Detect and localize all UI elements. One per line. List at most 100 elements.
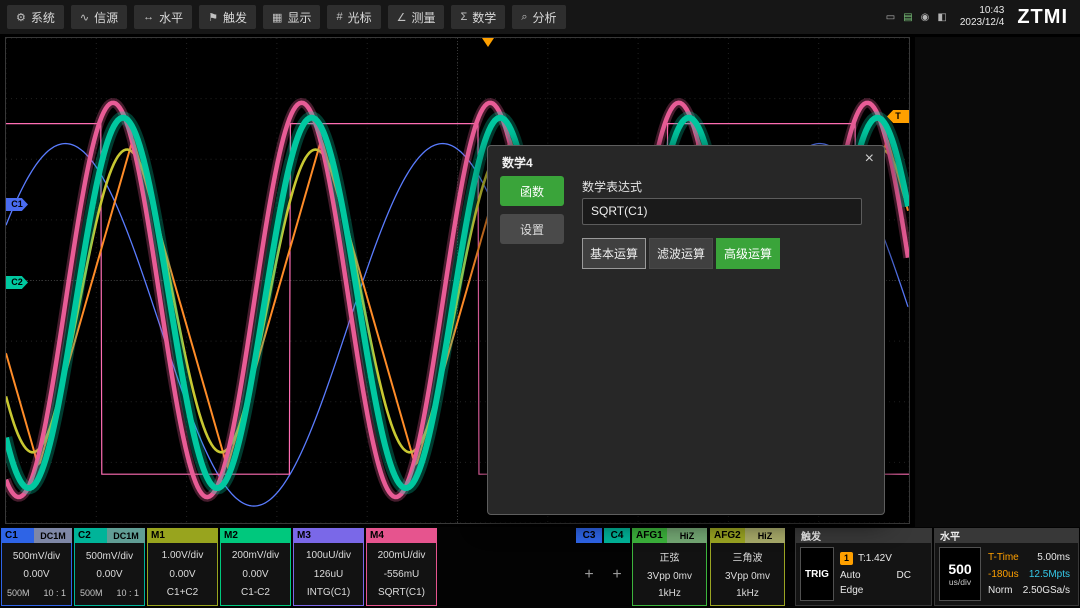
clock: 10:43 2023/12/4 [960, 5, 1005, 30]
math-box-m3[interactable]: M3 100uU/div 126uU INTG(C1) [293, 528, 364, 606]
afg2-box[interactable]: AFG2 HiZ 三角波 3Vpp 0mv 1kHz [710, 528, 785, 606]
c1-offset: 0.00V [2, 569, 71, 580]
add-channel-c4[interactable]: C4 + [604, 528, 630, 606]
m4-scale: 200mU/div [367, 550, 436, 561]
m2-expression: C1-C2 [221, 587, 290, 598]
afg1-box[interactable]: AFG1 HiZ 正弦 3Vpp 0mv 1kHz [632, 528, 707, 606]
operation-button-group: 基本运算 滤波运算 高级运算 [582, 238, 780, 269]
channel-box-c2[interactable]: C2 DC1M 500mV/div 0.00V 500M10 : 1 [74, 528, 145, 606]
menu-cursor-label: 光标 [348, 9, 372, 26]
m3-expression: INTG(C1) [294, 587, 363, 598]
menu-system-label: 系统 [31, 9, 55, 26]
bottom-status-bar: C1 DC1M 500mV/div 0.00V 500M 10 : 1 C2 DC… [0, 527, 1080, 608]
menu-trigger-label: 触发 [223, 9, 247, 26]
afg2-frequency: 1kHz [711, 588, 784, 599]
record-icon[interactable]: ◉ [921, 12, 930, 23]
sound-icon[interactable]: ◧ [937, 12, 946, 23]
tab-settings[interactable]: 设置 [500, 214, 564, 244]
math-box-m4[interactable]: M4 200mU/div -556mU SQRT(C1) [366, 528, 437, 606]
c2-coupling: DC1M [107, 528, 145, 543]
menu-measure[interactable]: ∠测量 [388, 5, 445, 29]
math-box-m2[interactable]: M2 200mV/div 0.00V C1-C2 [220, 528, 291, 606]
storage-icon[interactable]: ▤ [903, 12, 912, 23]
trigger-source-badge: 1 [840, 552, 853, 565]
math-box-m1[interactable]: M1 1.00V/div 0.00V C1+C2 [147, 528, 218, 606]
trigger-position-marker[interactable] [482, 38, 494, 53]
c2-name: C2 [74, 528, 107, 543]
menu-measure-label: 测量 [411, 9, 435, 26]
afg1-name: AFG1 [632, 528, 667, 543]
menu-source[interactable]: ∿信源 [71, 5, 127, 29]
m1-offset: 0.00V [148, 569, 217, 580]
top-menu-bar: ⚙ 系统 ∿信源 ↔水平 ⚑触发 ▦显示 # 光标 ∠测量 Σ数学 ⌕ 分析 ▭ ▤ … [0, 0, 1080, 34]
m3-name: M3 [293, 528, 364, 543]
topbar-right-cluster: ▭ ▤ ◉ ◧ 10:43 2023/12/4 ZTMI [886, 0, 1080, 34]
screenshot-icon[interactable]: ▭ [886, 12, 895, 23]
trigger-coupling: DC [897, 570, 927, 581]
c4-add-button[interactable]: + [604, 543, 630, 606]
m1-expression: C1+C2 [148, 587, 217, 598]
m4-offset: -556mU [367, 569, 436, 580]
c4-name: C4 [604, 528, 630, 543]
menu-display[interactable]: ▦显示 [263, 5, 320, 29]
trigger-level-value: T:1.42V [858, 553, 892, 564]
menu-trigger[interactable]: ⚑触发 [199, 5, 256, 29]
advanced-ops-button[interactable]: 高级运算 [716, 238, 780, 269]
delay-value: -180us [988, 569, 1019, 580]
afg2-waveform-type: 三角波 [711, 549, 784, 564]
menu-horizontal[interactable]: ↔水平 [134, 5, 192, 29]
timebase-unit: us/div [949, 577, 971, 587]
acquisition-mode: Norm [988, 585, 1012, 596]
math4-dialog: 数学4 × 函数 设置 数学表达式 SQRT(C1) 基本运算 滤波运算 高级运… [487, 145, 885, 515]
brand-logo: ZTMI [1017, 6, 1068, 29]
filter-ops-button[interactable]: 滤波运算 [649, 238, 713, 269]
m1-name: M1 [147, 528, 218, 543]
c1-coupling: DC1M [34, 528, 72, 543]
afg1-amplitude: 3Vpp 0mv [633, 571, 706, 582]
menu-math-label: 数学 [472, 9, 496, 26]
expression-label: 数学表达式 [582, 178, 642, 195]
right-side-panel [915, 37, 1080, 527]
tab-function[interactable]: 函数 [500, 176, 564, 206]
menu-math[interactable]: Σ数学 [451, 5, 505, 29]
search-icon: ⌕ [521, 11, 527, 24]
horizontal-status-panel[interactable]: 水平 500 us/div T-Time 5.00ms -180us 12.5M… [934, 528, 1079, 606]
menu-system[interactable]: ⚙ 系统 [7, 5, 64, 29]
afg2-name: AFG2 [710, 528, 745, 543]
m3-scale: 100uU/div [294, 550, 363, 561]
menu-analysis-label: 分析 [532, 9, 556, 26]
afg1-frequency: 1kHz [633, 588, 706, 599]
gear-icon: ⚙ [16, 11, 26, 24]
cursor-crosshair-icon: # [336, 11, 342, 23]
trigger-mode: Auto [840, 570, 861, 581]
afg2-amplitude: 3Vpp 0mv [711, 571, 784, 582]
status-icon-group: ▭ ▤ ◉ ◧ [886, 12, 947, 23]
c1-bandwidth: 500M [7, 588, 30, 598]
m2-name: M2 [220, 528, 291, 543]
menu-horizontal-label: 水平 [159, 9, 183, 26]
horizontal-panel-title: 水平 [934, 528, 1079, 543]
m2-scale: 200mV/div [221, 550, 290, 561]
c2-offset: 0.00V [75, 569, 144, 580]
c3-add-button[interactable]: + [576, 543, 602, 606]
menu-analysis[interactable]: ⌕ 分析 [512, 5, 565, 29]
c1-name: C1 [1, 528, 34, 543]
ttime-value: 5.00ms [1037, 552, 1070, 563]
afg1-impedance: HiZ [667, 528, 707, 543]
m4-name: M4 [366, 528, 437, 543]
basic-ops-button[interactable]: 基本运算 [582, 238, 646, 269]
sample-rate: 2.50GSa/s [1023, 585, 1070, 596]
close-icon[interactable]: × [865, 150, 874, 168]
c1-probe-ratio: 10 : 1 [43, 588, 66, 598]
expression-input[interactable]: SQRT(C1) [582, 198, 862, 225]
trigger-status-panel[interactable]: 触发 TRIG 1 T:1.42V Auto DC Edge [795, 528, 932, 606]
channel-box-c1[interactable]: C1 DC1M 500mV/div 0.00V 500M 10 : 1 [1, 528, 72, 606]
c3-name: C3 [576, 528, 602, 543]
clock-time: 10:43 [960, 5, 1005, 18]
c1-scale: 500mV/div [2, 551, 71, 562]
c2-probe-ratio: 10 : 1 [116, 588, 139, 598]
add-channel-c3[interactable]: C3 + [576, 528, 602, 606]
menu-cursor[interactable]: # 光标 [327, 5, 380, 29]
m2-offset: 0.00V [221, 569, 290, 580]
trigger-type: Edge [840, 585, 863, 596]
